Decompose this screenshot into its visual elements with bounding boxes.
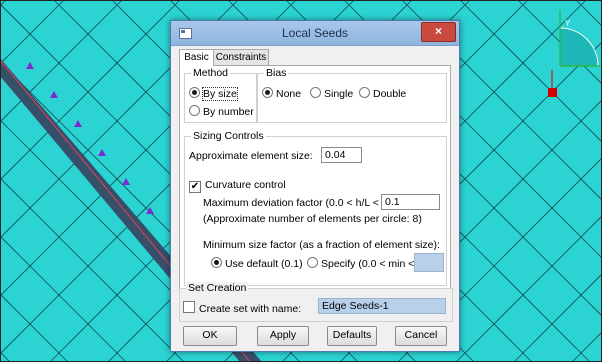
origin-marker	[548, 88, 557, 97]
set-creation-group: Set Creation Create set with name:	[179, 282, 453, 322]
min-size-factor-label: Minimum size factor (as a fraction of el…	[203, 239, 440, 251]
tab-constraints[interactable]: Constraints	[213, 49, 269, 65]
checkbox-box	[183, 301, 195, 313]
defaults-button[interactable]: Defaults	[327, 326, 377, 346]
bias-single-radio[interactable]: Single	[310, 87, 353, 100]
elements-per-circle-note: (Approximate number of elements per circ…	[203, 213, 422, 225]
cancel-button[interactable]: Cancel	[395, 326, 447, 346]
radio-indicator	[189, 105, 200, 116]
bias-none-label: None	[276, 88, 302, 100]
svg-text:Y: Y	[565, 19, 571, 28]
min-size-input-disabled[interactable]	[414, 253, 444, 272]
radio-indicator	[307, 257, 318, 268]
apply-button[interactable]: Apply	[257, 326, 309, 346]
bias-group: Bias None Single Double	[257, 67, 447, 123]
use-default-radio[interactable]: Use default (0.1)	[211, 257, 303, 270]
sizing-controls-group: Sizing Controls Approximate element size…	[184, 130, 447, 286]
basic-panel: Method By size By number Bias None Singl…	[179, 65, 451, 289]
method-by-size-radio[interactable]: By size	[189, 87, 238, 101]
radio-indicator	[262, 87, 273, 98]
use-default-label: Use default (0.1)	[225, 258, 303, 270]
deviation-factor-input[interactable]	[381, 194, 440, 210]
bias-double-label: Double	[373, 88, 407, 100]
method-by-number-radio[interactable]: By number	[189, 105, 254, 118]
method-group: Method By size By number	[184, 67, 257, 123]
title-bar[interactable]: Local Seeds ×	[171, 21, 459, 46]
checkbox-box: ✔	[189, 181, 201, 193]
tab-basic[interactable]: Basic	[179, 49, 214, 66]
radio-indicator	[189, 87, 200, 98]
ok-button[interactable]: OK	[183, 326, 237, 346]
bias-single-label: Single	[324, 88, 354, 100]
deviation-factor-label: Maximum deviation factor (0.0 < h/L < 1.…	[203, 197, 403, 209]
sizing-title: Sizing Controls	[191, 130, 266, 142]
close-button[interactable]: ×	[421, 22, 456, 42]
radio-indicator	[211, 257, 222, 268]
create-set-label: Create set with name:	[199, 303, 302, 315]
set-name-input[interactable]	[318, 298, 446, 314]
bias-title: Bias	[264, 67, 289, 79]
dialog-title: Local Seeds	[281, 26, 349, 40]
method-by-size-label: By size	[202, 87, 238, 101]
bias-none-radio[interactable]: None	[262, 87, 301, 100]
approx-size-label: Approximate element size:	[189, 150, 313, 162]
approx-size-input[interactable]	[321, 147, 362, 163]
create-set-checkbox[interactable]: Create set with name:	[183, 301, 301, 315]
method-title: Method	[191, 67, 231, 79]
radio-indicator	[310, 87, 321, 98]
local-seeds-dialog: Local Seeds × Basic Constraints Method B…	[170, 20, 460, 352]
set-creation-title: Set Creation	[186, 282, 249, 294]
curvature-control-label: Curvature control	[205, 179, 286, 191]
curvature-control-checkbox[interactable]: ✔ Curvature control	[189, 179, 286, 193]
bias-double-radio[interactable]: Double	[359, 87, 406, 100]
method-by-number-label: By number	[203, 106, 254, 118]
radio-indicator	[359, 87, 370, 98]
